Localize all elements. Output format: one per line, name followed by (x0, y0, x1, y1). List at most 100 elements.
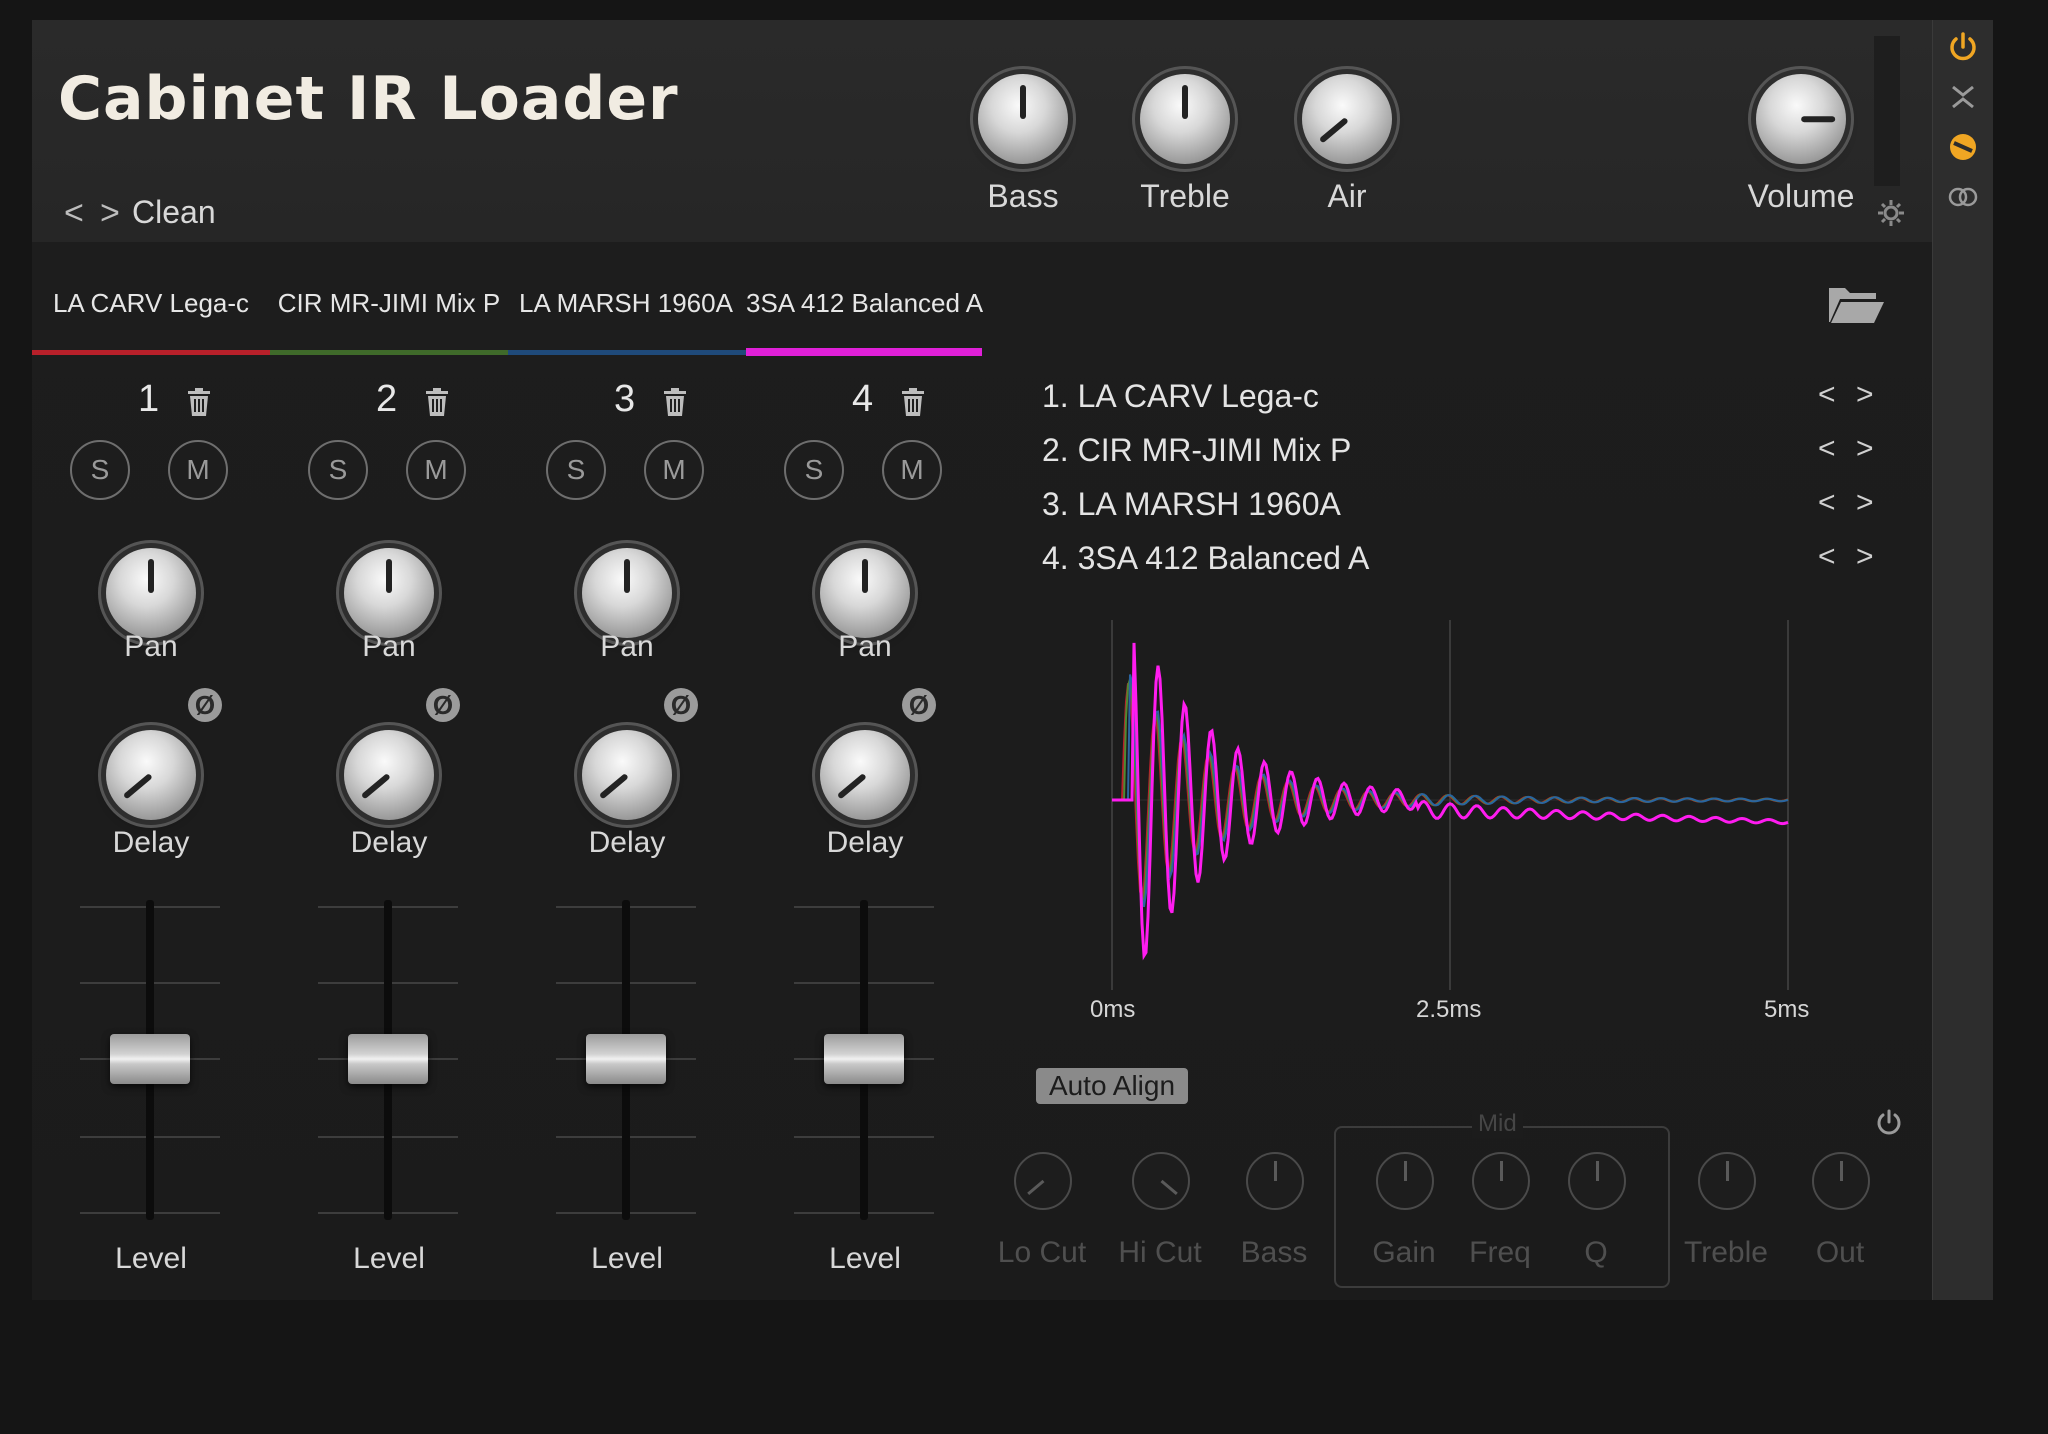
air-knob[interactable] (1302, 74, 1392, 164)
lo-cut-knob[interactable] (1014, 1152, 1072, 1210)
settings-gear-icon[interactable] (1876, 198, 1906, 228)
air-label: Air (1327, 178, 1367, 214)
next-preset-button[interactable]: > (100, 194, 120, 233)
channel-4-phase-invert-button[interactable]: Ø (902, 688, 936, 722)
ir-1-prev-button[interactable]: < (1818, 378, 1836, 412)
channel-1-pan-label: Pan (124, 630, 178, 663)
ir-1-next-button[interactable]: > (1856, 378, 1874, 412)
eq-bass-label: Bass (1240, 1236, 1308, 1269)
channel-1-delay-label: Delay (112, 826, 190, 859)
channel-2-phase-invert-button[interactable]: Ø (426, 688, 460, 722)
ir-waveform-display (1111, 620, 1789, 990)
tab-underline-4 (746, 348, 982, 356)
volume-label: Volume (1747, 178, 1855, 214)
tab-underline-3 (508, 350, 746, 355)
channel-2-mute-button[interactable]: M (406, 440, 466, 500)
channel-4-delay-knob[interactable] (820, 730, 910, 820)
channel-1-mute-button[interactable]: M (168, 440, 228, 500)
channel-1-delete-icon[interactable] (186, 388, 212, 416)
channel-2-delete-icon[interactable] (424, 388, 450, 416)
channel-4-level-fader[interactable] (824, 1034, 904, 1084)
channel-4-pan-knob[interactable] (820, 548, 910, 638)
channel-4-solo-button[interactable]: S (784, 440, 844, 500)
channel-2-delay-label: Delay (350, 826, 428, 859)
channel-3-phase-invert-button[interactable]: Ø (664, 688, 698, 722)
waveform-axis-label-5ms: 5ms (1764, 996, 1810, 1023)
mid-q-label: Q (1584, 1236, 1608, 1269)
ir-list-item-2[interactable]: 2. CIR MR-JIMI Mix P (1042, 432, 1351, 469)
channel-3-mute-button[interactable]: M (644, 440, 704, 500)
channel-1-level-label: Level (115, 1242, 187, 1275)
ir-list-item-1[interactable]: 1. LA CARV Lega-c (1042, 378, 1319, 415)
channel-1-solo-button[interactable]: S (70, 440, 130, 500)
ir-4-prev-button[interactable]: < (1818, 540, 1836, 574)
lo-cut-label: Lo Cut (997, 1236, 1087, 1269)
auto-align-button[interactable]: Auto Align (1036, 1068, 1188, 1104)
eq-mid-label: Mid (1472, 1110, 1523, 1138)
channel-3-pan-label: Pan (600, 630, 654, 663)
channel-2-delay-knob[interactable] (344, 730, 434, 820)
tab-ir-2[interactable]: CIR MR-JIMI Mix P (270, 288, 508, 319)
channel-3-delay-knob[interactable] (582, 730, 672, 820)
channel-4-number: 4 (852, 378, 874, 420)
tab-ir-4[interactable]: 3SA 412 Balanced A (746, 288, 983, 319)
eq-treble-label: Treble (1684, 1236, 1768, 1269)
tab-underline-2 (270, 350, 508, 355)
eq-bass-knob[interactable] (1246, 1152, 1304, 1210)
volume-knob[interactable] (1756, 74, 1846, 164)
ir-2-next-button[interactable]: > (1856, 432, 1874, 466)
collapse-icon[interactable] (1946, 80, 1980, 114)
channel-1-phase-invert-button[interactable]: Ø (188, 688, 222, 722)
ir-list-item-3[interactable]: 3. LA MARSH 1960A (1042, 486, 1341, 523)
mid-q-knob[interactable] (1568, 1152, 1626, 1210)
treble-knob[interactable] (1140, 74, 1230, 164)
channel-4-level-label: Level (829, 1242, 901, 1275)
channel-3-delete-icon[interactable] (662, 388, 688, 416)
channel-3-level-label: Level (591, 1242, 663, 1275)
channel-2-solo-button[interactable]: S (308, 440, 368, 500)
mid-gain-knob[interactable] (1376, 1152, 1434, 1210)
ir-list-item-4[interactable]: 4. 3SA 412 Balanced A (1042, 540, 1369, 577)
channel-4-pan-label: Pan (838, 630, 892, 663)
channel-2-level-label: Level (353, 1242, 425, 1275)
ir-2-prev-button[interactable]: < (1818, 432, 1836, 466)
out-label: Out (1815, 1236, 1865, 1269)
app-title: Cabinet IR Loader (58, 64, 679, 134)
preset-name[interactable]: Clean (132, 194, 216, 231)
channel-4-delay-label: Delay (826, 826, 904, 859)
stereo-link-icon[interactable] (1946, 180, 1980, 214)
output-meter (1874, 36, 1900, 186)
ir-3-prev-button[interactable]: < (1818, 486, 1836, 520)
prev-preset-button[interactable]: < (64, 194, 84, 233)
waveform-axis-label-2-5ms: 2.5ms (1416, 996, 1482, 1023)
channel-3-pan-knob[interactable] (582, 548, 672, 638)
hi-cut-label: Hi Cut (1118, 1236, 1202, 1269)
channel-4-mute-button[interactable]: M (882, 440, 942, 500)
no-entry-icon[interactable] (1946, 130, 1980, 164)
ir-4-next-button[interactable]: > (1856, 540, 1874, 574)
channel-2-pan-knob[interactable] (344, 548, 434, 638)
channel-2-level-fader[interactable] (348, 1034, 428, 1084)
tab-ir-3[interactable]: LA MARSH 1960A (508, 288, 744, 319)
eq-treble-knob[interactable] (1698, 1152, 1756, 1210)
tab-ir-1[interactable]: LA CARV Lega-c (36, 288, 266, 319)
out-knob[interactable] (1812, 1152, 1870, 1210)
waveform-axis-label-0ms: 0ms (1090, 996, 1136, 1023)
hi-cut-knob[interactable] (1132, 1152, 1190, 1210)
channel-4-delete-icon[interactable] (900, 388, 926, 416)
mid-freq-knob[interactable] (1472, 1152, 1530, 1210)
channel-3-delay-label: Delay (588, 826, 666, 859)
power-icon[interactable] (1946, 30, 1980, 64)
ir-3-next-button[interactable]: > (1856, 486, 1874, 520)
channel-3-level-fader[interactable] (586, 1034, 666, 1084)
channel-2-pan-label: Pan (362, 630, 416, 663)
channel-3-number: 3 (614, 378, 636, 420)
channel-3-solo-button[interactable]: S (546, 440, 606, 500)
channel-1-number: 1 (138, 378, 160, 420)
folder-open-icon[interactable] (1826, 282, 1886, 326)
channel-1-level-fader[interactable] (110, 1034, 190, 1084)
eq-power-icon[interactable] (1874, 1108, 1904, 1138)
channel-1-pan-knob[interactable] (106, 548, 196, 638)
bass-knob[interactable] (978, 74, 1068, 164)
channel-1-delay-knob[interactable] (106, 730, 196, 820)
